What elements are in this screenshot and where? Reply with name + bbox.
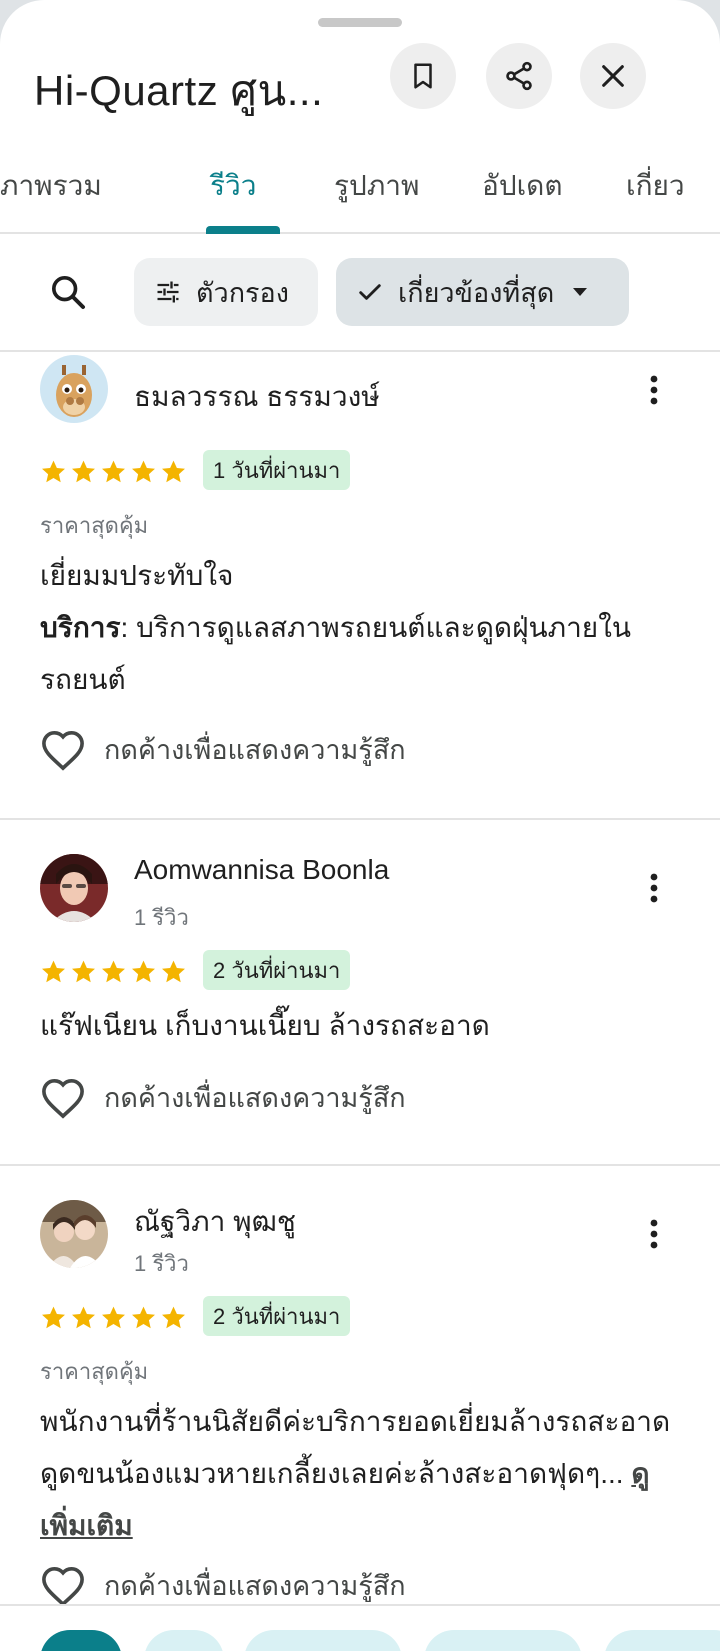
tab-photos[interactable]: รูปภาพ (334, 164, 419, 208)
action-chip[interactable] (604, 1630, 720, 1651)
place-title: Hi-Quartz ศูน... (34, 67, 324, 114)
tab-about[interactable]: เกี่ยว (626, 164, 685, 208)
review-date: 2 วันที่ผ่านมา (203, 950, 351, 990)
filter-chip[interactable]: ตัวกรอง (134, 258, 318, 326)
star-icon (162, 1306, 185, 1329)
share-button[interactable] (486, 43, 552, 109)
reviewer-name[interactable]: ธมลวรรณ ธรรมวงษ์ (134, 375, 380, 419)
more-vert-icon (650, 375, 658, 405)
service-label: บริการ (40, 612, 121, 643)
share-icon (506, 61, 532, 91)
drag-handle[interactable] (318, 18, 402, 27)
review-text: พนักงานที่ร้านนิสัยดีค่ะบริการยอดเยี่ยมล… (40, 1396, 680, 1552)
react-label: กดค้างเพื่อแสดงความรู้สึก (104, 735, 406, 765)
react-button[interactable]: กดค้างเพื่อแสดงความรู้สึก (40, 1076, 406, 1119)
react-button[interactable]: กดค้างเพื่อแสดงความรู้สึก (40, 1564, 406, 1607)
react-button[interactable]: กดค้างเพื่อแสดงความรู้สึก (40, 728, 406, 771)
action-chip[interactable] (244, 1630, 402, 1651)
review-card: Aomwannisa Boonla 1 รีวิว 2 วันที่ผ่านมา… (0, 820, 720, 1166)
bottom-action-bar (0, 1604, 720, 1651)
star-icon (42, 960, 65, 983)
review-tag: ราคาสุดคุ้ม (40, 1359, 149, 1384)
star-rating (40, 1304, 187, 1331)
react-label: กดค้างเพื่อแสดงความรู้สึก (104, 1571, 406, 1601)
more-vert-icon (650, 873, 658, 903)
reviewer-name[interactable]: ณัฐวิภา พุฒชู (134, 1200, 296, 1244)
tab-overview[interactable]: ภาพรวม (0, 164, 102, 208)
review-text: แร๊ฟเนียน เก็บงานเนี๊ยบ ล้างรถสะอาด (40, 1010, 490, 1041)
close-icon (602, 65, 624, 87)
sort-chip-label: เกี่ยวข้องที่สุด (398, 277, 555, 308)
close-button[interactable] (580, 43, 646, 109)
bookmark-icon (414, 63, 432, 89)
star-icon (42, 1306, 65, 1329)
review-service: บริการ: บริการดูแลสภาพรถยนต์และดูดฝุ่นภา… (40, 602, 680, 706)
reviewer-review-count: 1 รีวิว (134, 1251, 189, 1276)
star-icon (162, 460, 185, 483)
sort-chip[interactable]: เกี่ยวข้องที่สุด (336, 258, 629, 326)
tab-updates[interactable]: อัปเดต (482, 164, 563, 208)
check-icon (356, 278, 384, 306)
service-text: : บริการดูแลสภาพรถยนต์และดูดฝุ่นภายในรถย… (40, 612, 632, 695)
react-label: กดค้างเพื่อแสดงความรู้สึก (104, 1083, 406, 1113)
search-reviews-button[interactable] (40, 264, 96, 320)
heart-icon (40, 729, 86, 771)
tab-bar: ภาพรวม รีวิว รูปภาพ อัปเดต เกี่ยว (0, 140, 720, 234)
star-icon (132, 960, 155, 983)
reviewer-review-count: 1 รีวิว (134, 905, 189, 930)
star-rating (40, 958, 187, 985)
star-icon (132, 1306, 155, 1329)
save-button[interactable] (390, 43, 456, 109)
review-card: ณัฐวิภา พุฒชู 1 รีวิว 2 วันที่ผ่านมา ราค… (0, 1166, 720, 1607)
review-menu-button[interactable] (632, 858, 676, 918)
heart-icon (40, 1565, 86, 1607)
review-tag: ราคาสุดคุ้ม (40, 513, 149, 538)
active-tab-indicator (206, 226, 280, 234)
search-icon (52, 276, 85, 309)
filter-bar: ตัวกรอง เกี่ยวข้องที่สุด (0, 234, 720, 352)
review-date: 2 วันที่ผ่านมา (203, 1296, 351, 1336)
star-rating (40, 458, 187, 485)
tune-icon (154, 278, 182, 306)
dropdown-arrow-icon (572, 287, 588, 297)
heart-icon (40, 1077, 86, 1119)
review-date: 1 วันที่ผ่านมา (203, 450, 351, 490)
star-icon (162, 960, 185, 983)
avatar[interactable] (40, 854, 108, 922)
star-icon (72, 1306, 95, 1329)
star-icon (72, 960, 95, 983)
star-icon (102, 460, 125, 483)
star-icon (42, 460, 65, 483)
review-menu-button[interactable] (632, 1204, 676, 1264)
star-icon (102, 1306, 125, 1329)
review-text-body: พนักงานที่ร้านนิสัยดีค่ะบริการยอดเยี่ยมล… (40, 1406, 671, 1489)
filter-chip-label: ตัวกรอง (196, 277, 289, 308)
reviewer-name[interactable]: Aomwannisa Boonla (134, 854, 389, 886)
star-icon (132, 460, 155, 483)
star-icon (102, 960, 125, 983)
review-text: เยี่ยมมประทับใจ (40, 560, 234, 591)
action-chip[interactable] (424, 1630, 582, 1651)
action-chip[interactable] (144, 1630, 224, 1651)
avatar[interactable] (40, 355, 108, 423)
review-menu-button[interactable] (632, 360, 676, 420)
place-sheet: Hi-Quartz ศูน... ภาพรวม รีวิว รูปภาพ อัป… (0, 0, 720, 1651)
star-icon (72, 460, 95, 483)
directions-button[interactable] (40, 1630, 122, 1651)
review-card: ธมลวรรณ ธรรมวงษ์ 1 วันที่ผ่านมา ราคาสุดค… (0, 352, 720, 820)
tab-reviews[interactable]: รีวิว (210, 164, 256, 208)
avatar[interactable] (40, 1200, 108, 1268)
more-vert-icon (650, 1219, 658, 1249)
